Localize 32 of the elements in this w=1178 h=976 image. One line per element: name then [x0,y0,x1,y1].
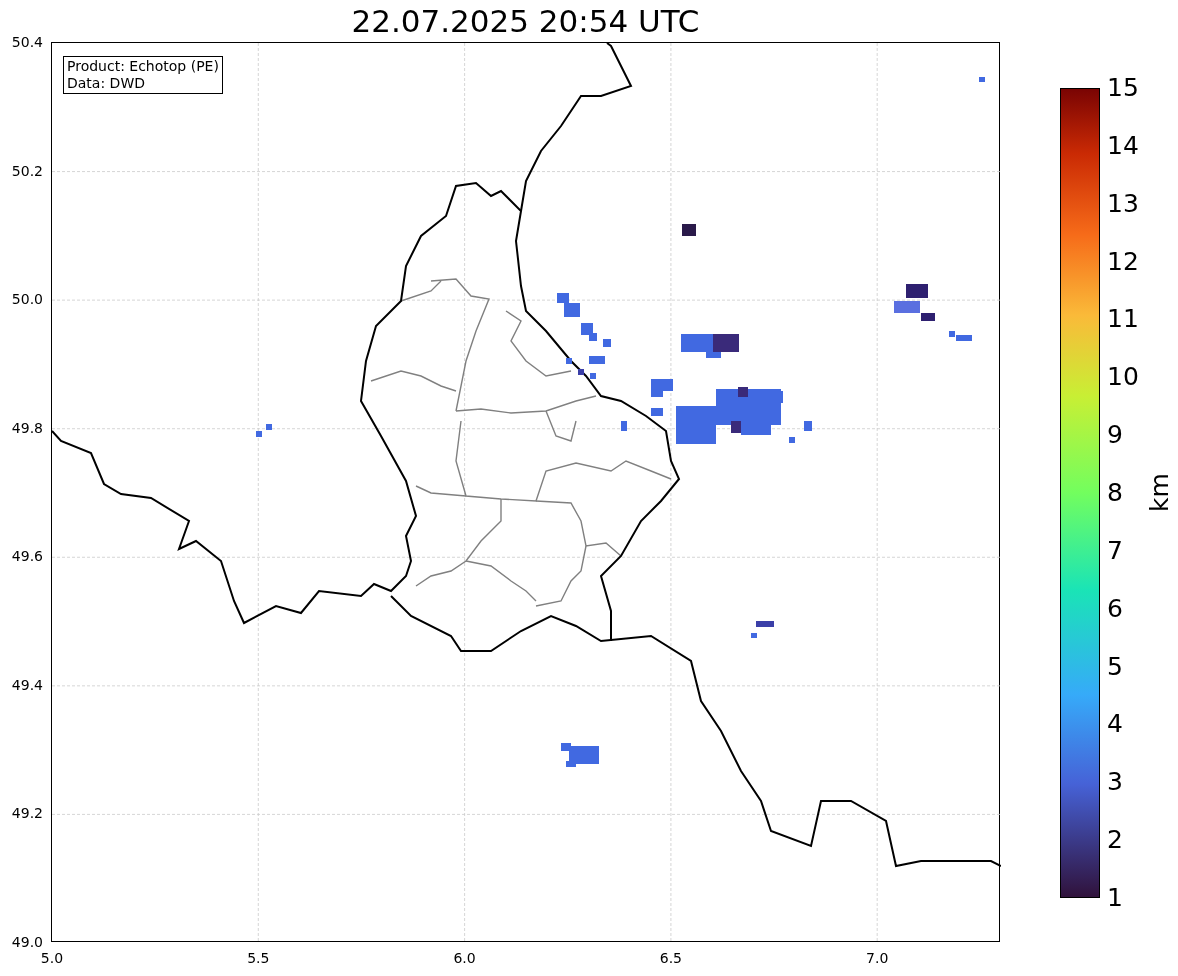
x-tick-label: 7.0 [866,951,889,965]
colorbar-tick-label: 13 [1107,190,1139,216]
y-tick-label: 49.0 [11,935,43,949]
colorbar-tick-label: 10 [1107,364,1139,390]
y-tick-label: 49.2 [11,806,43,821]
colorbar-tick-label: 5 [1107,653,1123,679]
colorbar-label: km [1146,473,1172,512]
colorbar-tick-label: 7 [1107,537,1123,563]
chart-title: 22.07.2025 20:54 UTC [351,5,700,37]
colorbar-tick-label: 14 [1107,132,1139,158]
x-tick-label: 5.5 [247,951,270,965]
colorbar-tick-label: 9 [1107,422,1123,448]
y-tick-label: 50.0 [11,292,43,307]
y-tick-label: 50.4 [11,35,43,49]
x-tick-label: 5.0 [40,951,64,965]
y-tick-label: 50.2 [11,163,43,178]
x-tick-label: 6.5 [659,951,682,965]
colorbar-tick-label: 2 [1107,827,1123,853]
info-text: Data: DWD [67,75,146,92]
colorbar-tick-label: 1 [1107,885,1123,910]
colorbar-tick-label: 4 [1107,711,1123,737]
info-text: Product: Echotop (PE) [67,58,219,75]
y-tick-label: 49.6 [11,549,43,564]
y-tick-label: 49.8 [11,420,43,435]
colorbar-tick-label: 15 [1107,75,1139,100]
colorbar-tick-label: 12 [1107,248,1139,274]
x-tick-label: 6.0 [453,951,476,965]
colorbar-tick-label: 3 [1107,769,1123,795]
colorbar-tick-label: 6 [1107,595,1123,621]
y-tick-label: 49.4 [11,677,43,692]
colorbar-tick-label: 11 [1107,306,1139,332]
colorbar-tick-label: 8 [1107,480,1123,505]
